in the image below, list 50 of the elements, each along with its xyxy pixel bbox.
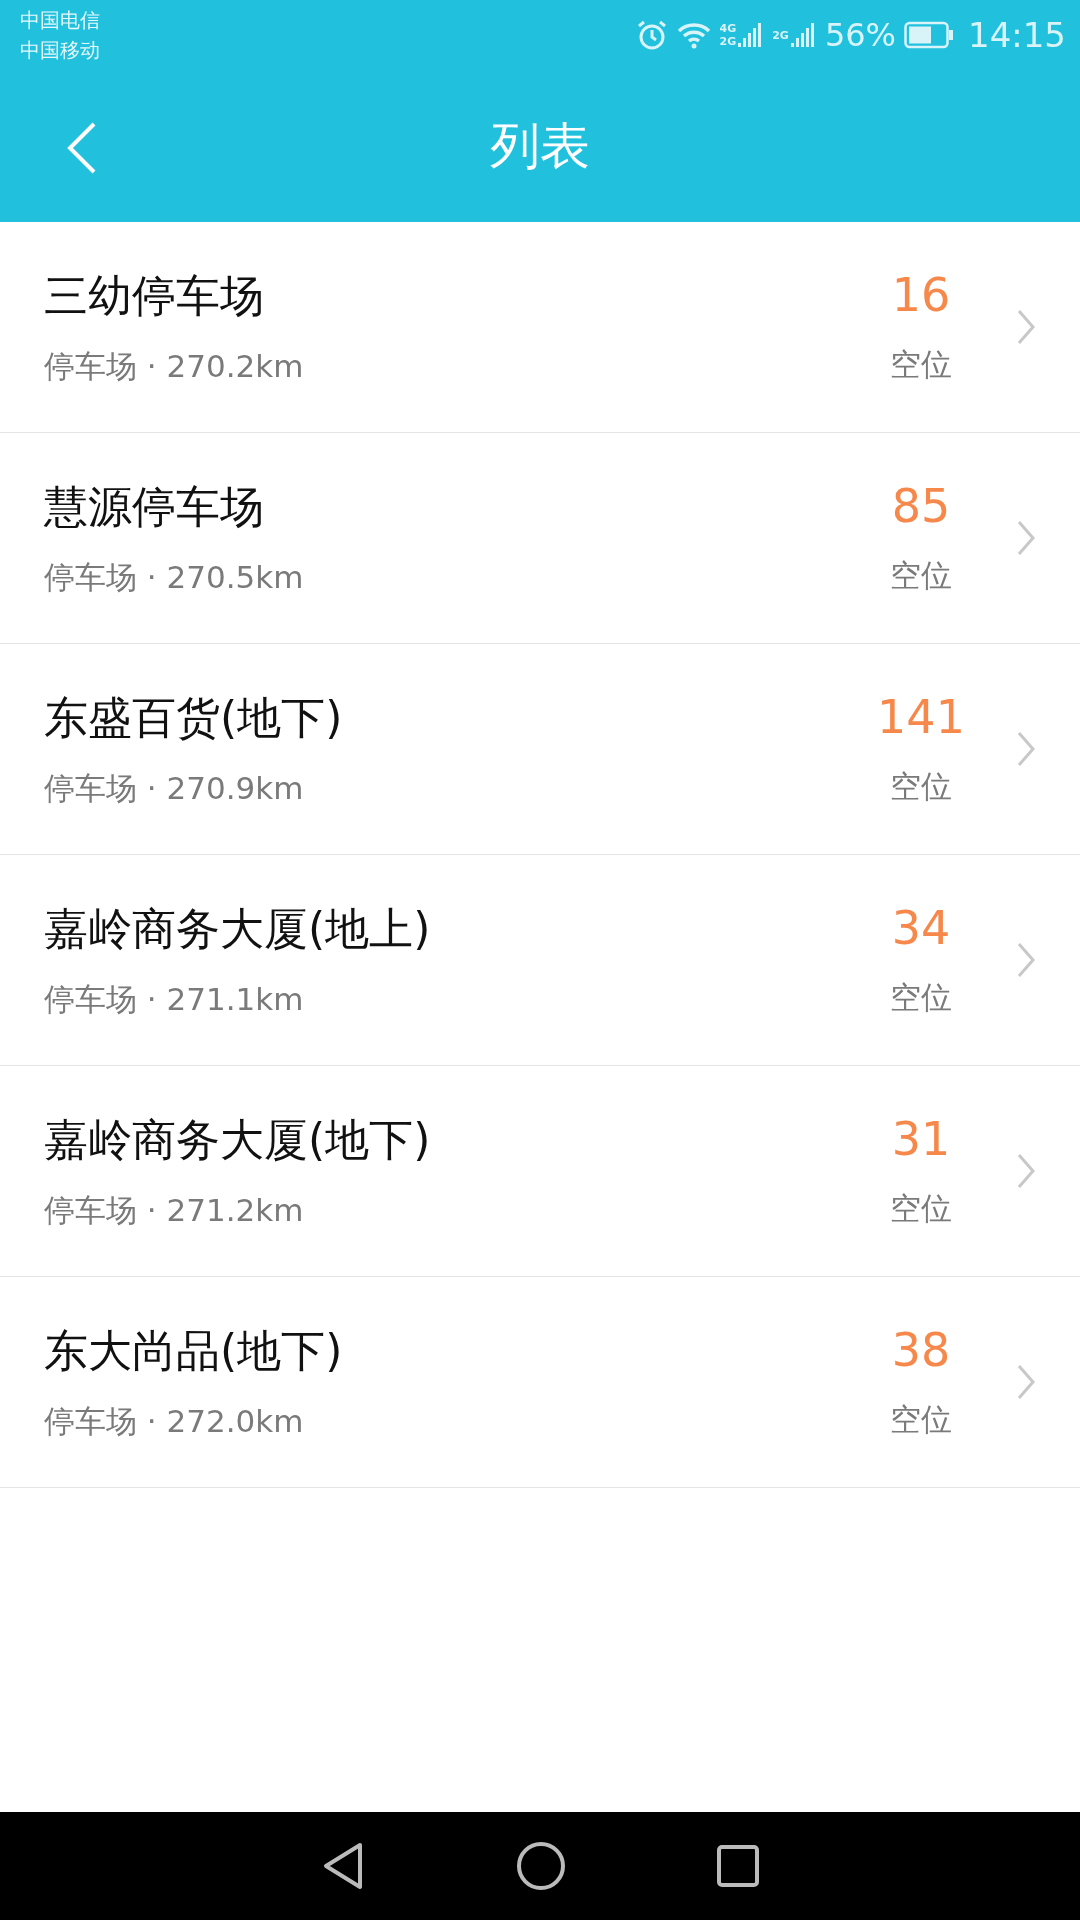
free-space-count: 85 [891, 479, 951, 533]
home-nav-button[interactable] [516, 1841, 566, 1891]
lot-distance: 停车场 · 271.1km [44, 979, 305, 1019]
lot-distance: 停车场 · 272.0km [44, 1401, 305, 1441]
chevron-icon [1016, 941, 1036, 979]
carrier-name: 中国电信 [20, 7, 100, 34]
lot-distance: 停车场 · 270.9km [44, 768, 305, 808]
recents-nav-button[interactable] [716, 1844, 760, 1888]
free-space-label: 空位 [890, 345, 952, 384]
carrier-name: 中国移动 [20, 37, 100, 64]
page-title: 列表 [490, 115, 590, 177]
lot-distance: 停车场 · 270.5km [44, 557, 305, 597]
lot-name: 慧源停车场 [44, 479, 265, 534]
network-type: 2G [772, 28, 789, 42]
chevron-icon [1016, 730, 1036, 768]
free-space-label: 空位 [890, 1189, 952, 1228]
lot-distance: 停车场 · 270.2km [44, 346, 305, 386]
chevron-icon [1016, 308, 1036, 346]
parking-lot-item[interactable]: 三幼停车场 停车场 · 270.2km 16 空位 [0, 222, 1080, 433]
lot-name: 三幼停车场 [44, 268, 265, 323]
signal-icon [790, 21, 817, 49]
parking-lot-item[interactable]: 嘉岭商务大厦(地上) 停车场 · 271.1km 34 空位 [0, 855, 1080, 1066]
free-space-label: 空位 [890, 978, 952, 1017]
wifi-icon [675, 21, 712, 49]
chevron-icon [1016, 1152, 1036, 1190]
free-space-count: 31 [891, 1112, 951, 1166]
lot-name: 东盛百货(地下) [44, 690, 344, 745]
parking-lot-item[interactable]: 嘉岭商务大厦(地下) 停车场 · 271.2km 31 空位 [0, 1066, 1080, 1277]
alarm-icon [635, 19, 668, 51]
lot-name: 嘉岭商务大厦(地下) [44, 1112, 432, 1167]
network-type: 2G [719, 35, 737, 48]
chevron-icon [1016, 1363, 1036, 1401]
free-space-count: 34 [891, 901, 951, 955]
parking-lot-item[interactable]: 慧源停车场 停车场 · 270.5km 85 空位 [0, 433, 1080, 644]
free-space-count: 38 [891, 1323, 951, 1377]
free-space-count: 16 [891, 268, 951, 322]
parking-lot-item[interactable]: 东盛百货(地下) 停车场 · 270.9km 141 空位 [0, 644, 1080, 855]
free-space-label: 空位 [890, 1400, 952, 1439]
lot-name: 东大尚品(地下) [44, 1323, 344, 1378]
chevron-icon [1016, 519, 1036, 557]
network-type: 4G [719, 22, 737, 35]
battery-icon [904, 21, 954, 49]
free-space-label: 空位 [890, 767, 952, 806]
clock-time: 14:15 [968, 15, 1066, 55]
free-space-label: 空位 [890, 556, 952, 595]
lot-distance: 停车场 · 271.2km [44, 1190, 305, 1230]
battery-percent: 56% [824, 16, 896, 54]
parking-lot-item[interactable]: 东大尚品(地下) 停车场 · 272.0km 38 空位 [0, 1277, 1080, 1488]
lot-name: 嘉岭商务大厦(地上) [44, 901, 432, 956]
free-space-count: 141 [877, 690, 965, 744]
